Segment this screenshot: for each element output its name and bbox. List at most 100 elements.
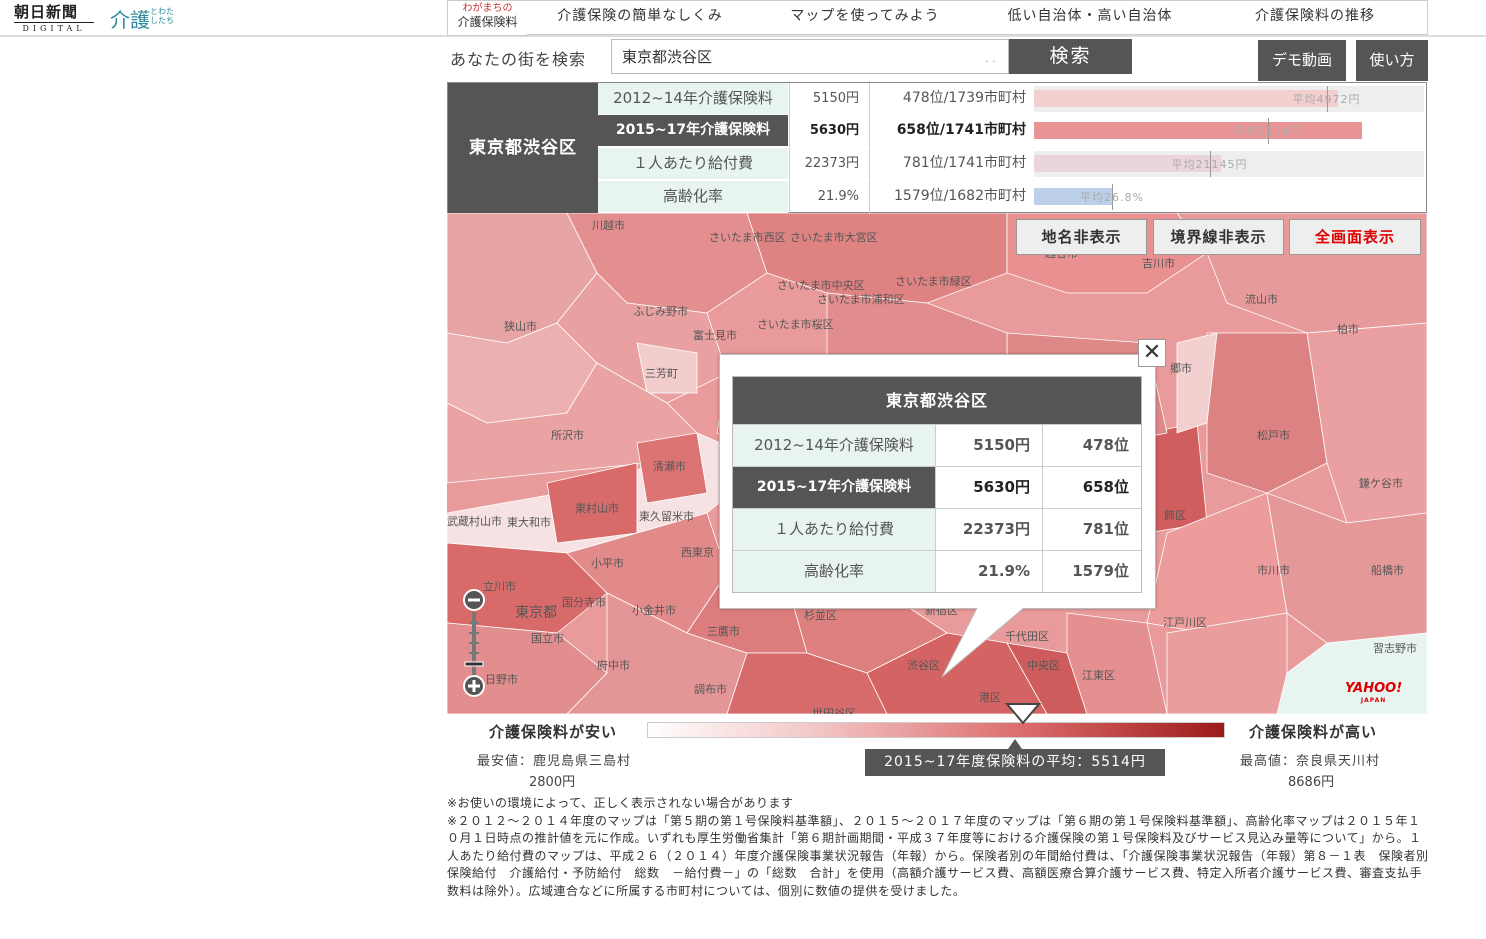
info-row-benefit: １人あたり給付費 22373円 781位/1741市町村 平均21145円: [598, 148, 1428, 180]
logo-main-text: 朝日新聞: [14, 3, 79, 21]
popup-row-benefit: １人あたり給付費 22373円 781位: [733, 508, 1141, 550]
map-label: 国立市: [531, 632, 564, 645]
search-resize-handle: . .: [985, 52, 996, 65]
search-button[interactable]: 検索: [1009, 39, 1132, 74]
popup-close-icon[interactable]: ✕: [1138, 339, 1166, 367]
popup-row-aging-rate: 高齢化率 21.9% 1579位: [733, 550, 1141, 592]
yahoo-logo-sub: JAPAN: [1360, 697, 1387, 704]
legend-low-label: 介護保険料が安い: [489, 723, 618, 741]
map-label: 港区: [979, 691, 1001, 704]
info-rank: 478位/1739市町村: [902, 90, 1026, 106]
map-label: 三芳町: [645, 367, 678, 380]
map-label: 調布市: [694, 683, 727, 696]
nav-tab-label: 介護保険の簡単なしくみ: [557, 8, 723, 24]
yahoo-japan-logo: YAHOO! JAPAN: [1345, 681, 1403, 707]
header-divider: [0, 35, 1486, 37]
popup-value: 5630円: [935, 467, 1043, 508]
map-label: 川越市: [592, 219, 625, 232]
map-label-prefecture: 東京都: [515, 605, 557, 621]
info-bar-average-label: 平均26.8%: [1080, 191, 1144, 204]
popup-row-premium-2012: 2012~14年介護保険料 5150円 478位: [733, 424, 1141, 466]
map-label: 柏市: [1337, 323, 1359, 336]
site-title-main: 介護保険料: [457, 15, 518, 29]
hide-names-button[interactable]: 地名非表示: [1016, 219, 1147, 255]
footnotes: ※お使いの環境によって、正しく表示されない場合があります ※２０１２～２０１４年…: [447, 795, 1441, 901]
popup-title: 東京都渋谷区: [733, 377, 1141, 424]
nav-tab-label: 介護保険料の推移: [1255, 8, 1375, 24]
map-label: 吉川市: [1142, 257, 1175, 270]
yahoo-logo-text: YAHOO!: [1345, 681, 1403, 696]
info-value: 22373円: [789, 148, 870, 180]
legend-current-marker-icon: [1005, 703, 1041, 725]
map-label: 江戸川区: [1163, 616, 1207, 629]
popup-row-premium-2015: 2015~17年介護保険料 5630円 658位: [733, 466, 1141, 508]
map-label: さいたま市桜区: [757, 318, 834, 331]
hide-borders-button[interactable]: 境界線非表示: [1153, 219, 1284, 255]
info-bar-average-label: 平均21145円: [1171, 158, 1248, 171]
info-bar-fill: [1034, 122, 1362, 139]
map-label: 府中市: [597, 659, 630, 672]
nav-tab-low-high[interactable]: 低い自治体・高い自治体: [977, 0, 1204, 35]
map-label: ふじみ野市: [633, 305, 688, 318]
popup-pointer: [941, 605, 1030, 678]
legend-average-pointer: [1008, 739, 1022, 749]
asahi-logo[interactable]: 朝日新聞 DIGITAL: [14, 4, 104, 34]
zoom-slider-handle[interactable]: [464, 661, 484, 667]
info-bar-average-label: 平均4972円: [1292, 93, 1361, 106]
map-label: 小金井市: [632, 604, 676, 617]
map-label: 流山市: [1245, 293, 1278, 306]
nav-tab-mechanism[interactable]: 介護保険の簡単なしくみ: [527, 0, 754, 35]
fullscreen-button[interactable]: 全画面表示: [1289, 219, 1421, 255]
map-label: 鎌ケ谷市: [1359, 477, 1403, 490]
info-value: 21.9%: [789, 181, 870, 213]
map-label: 船橋市: [1371, 564, 1404, 577]
nav-tab-map-usage[interactable]: マップを使ってみよう: [753, 0, 978, 35]
map-label: 所沢市: [551, 429, 584, 442]
popup-label: 2012~14年介護保険料: [733, 425, 935, 466]
info-rank: 781位/1741市町村: [902, 155, 1026, 171]
zoom-out-icon[interactable]: [463, 589, 485, 611]
popup-label: １人あたり給付費: [733, 509, 935, 550]
site-title[interactable]: わがまちの 介護保険料: [447, 0, 528, 36]
demo-video-button[interactable]: デモ動画: [1258, 40, 1346, 81]
info-label: 高齢化率: [598, 181, 788, 213]
search-label: あなたの街を検索: [450, 50, 587, 69]
info-label: 2015~17年介護保険料: [598, 115, 788, 147]
info-value: 5150円: [789, 83, 870, 115]
howto-button[interactable]: 使い方: [1356, 40, 1428, 81]
info-rank: 1579位/1682市町村: [894, 188, 1026, 204]
popup-table: 東京都渋谷区 2012~14年介護保険料 5150円 478位 2015~17年…: [732, 376, 1142, 593]
map-label: 飾区: [1164, 509, 1186, 522]
info-row-premium-2012: 2012~14年介護保険料 5150円 478位/1739市町村 平均4972円: [598, 83, 1428, 115]
zoom-in-icon[interactable]: [463, 675, 485, 697]
nav-tab-trend[interactable]: 介護保険料の推移: [1203, 0, 1428, 35]
zoom-slider-track[interactable]: [469, 612, 479, 678]
map-label: さいたま市西区: [709, 231, 786, 244]
map-label: 江東区: [1082, 669, 1115, 682]
zoom-control[interactable]: [460, 588, 488, 700]
popup-rank: 478位: [1082, 436, 1129, 454]
kaigo-logo[interactable]: 介護とわたしたち: [110, 4, 178, 33]
info-bar: 平均5514円: [1034, 118, 1424, 144]
map-label: 狭山市: [504, 320, 537, 333]
map-label: 三鷹市: [707, 625, 740, 638]
legend-high-label: 介護保険料が高い: [1249, 723, 1378, 741]
info-bar: 平均26.8%: [1034, 184, 1424, 210]
map-label: さいたま市大宮区: [790, 231, 878, 244]
map-label: 習志野市: [1373, 642, 1417, 655]
map-label: 市川市: [1257, 564, 1290, 577]
info-row-premium-2015: 2015~17年介護保険料 5630円 658位/1741市町村 平均5514円: [598, 115, 1428, 147]
popup-label: 2015~17年介護保険料: [733, 467, 935, 508]
info-bar: 平均4972円: [1034, 86, 1424, 112]
legend-max-label: 最高値：奈良県天川村: [1240, 754, 1381, 769]
info-bar: 平均21145円: [1034, 151, 1424, 177]
map-label: さいたま市浦和区: [817, 293, 905, 306]
popup-rank: 1579位: [1072, 562, 1129, 580]
search-input[interactable]: [611, 39, 1009, 74]
info-label: 2012~14年介護保険料: [598, 83, 788, 115]
map-label: 東村山市: [575, 502, 619, 515]
legend-gradient-bar: [647, 722, 1225, 738]
popup-rank: 658位: [1082, 478, 1129, 496]
kaigo-logo-text: 介護: [110, 8, 150, 32]
map-label: 武蔵村山市: [447, 515, 502, 528]
